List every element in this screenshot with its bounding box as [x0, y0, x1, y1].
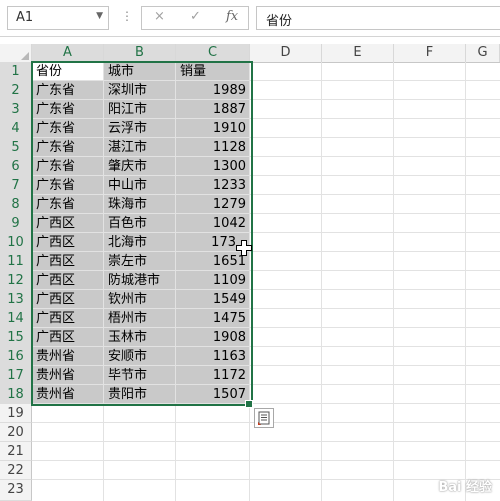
row-header[interactable]: 5	[0, 138, 32, 157]
row-header[interactable]: 18	[0, 385, 32, 404]
formula-content: 省份	[266, 14, 293, 29]
row-header[interactable]: 16	[0, 347, 32, 366]
formula-input[interactable]: 省份	[256, 6, 500, 30]
enter-icon[interactable]: ✓	[190, 9, 201, 24]
more-options-icon[interactable]: ⋮	[121, 9, 133, 23]
row-header[interactable]: 22	[0, 461, 32, 480]
row-header[interactable]: 9	[0, 214, 32, 233]
grid-line	[393, 62, 394, 501]
grid-line	[32, 441, 500, 442]
fill-handle[interactable]	[245, 400, 253, 408]
cancel-icon[interactable]: ×	[154, 9, 165, 24]
column-header-b[interactable]: B	[104, 44, 176, 62]
row-header[interactable]: 17	[0, 366, 32, 385]
row-header[interactable]: 13	[0, 290, 32, 309]
row-header[interactable]: 12	[0, 271, 32, 290]
row-header[interactable]: 15	[0, 328, 32, 347]
grid-line	[321, 62, 322, 501]
name-box[interactable]: A1 ▼	[7, 6, 109, 30]
column-header-d[interactable]: D	[250, 44, 322, 62]
row-header[interactable]: 14	[0, 309, 32, 328]
select-all-button[interactable]	[0, 44, 32, 62]
row-header[interactable]: 19	[0, 404, 32, 423]
column-header-a[interactable]: A	[32, 44, 104, 62]
row-header[interactable]: 3	[0, 100, 32, 119]
grid-line	[32, 460, 500, 461]
toolbar-gap	[0, 37, 500, 44]
grid-line	[465, 62, 466, 501]
row-header[interactable]: 6	[0, 157, 32, 176]
watermark: Bai 经验	[438, 480, 492, 495]
row-header[interactable]: 20	[0, 423, 32, 442]
quick-analysis-icon	[258, 411, 270, 425]
row-header[interactable]: 21	[0, 442, 32, 461]
row-header[interactable]: 1	[0, 62, 32, 81]
column-header-g[interactable]: G	[466, 44, 500, 62]
formula-buttons: × ✓ fx	[141, 6, 249, 30]
row-header[interactable]: 7	[0, 176, 32, 195]
grid-line	[32, 479, 500, 480]
row-header[interactable]: 8	[0, 195, 32, 214]
row-header[interactable]: 4	[0, 119, 32, 138]
formula-bar: A1 ▼ ⋮ × ✓ fx 省份	[0, 0, 500, 37]
name-box-value: A1	[16, 10, 34, 25]
row-header[interactable]: 11	[0, 252, 32, 271]
insert-function-icon[interactable]: fx	[226, 9, 238, 24]
quick-analysis-button[interactable]	[254, 408, 274, 428]
select-all-icon	[21, 52, 29, 60]
column-header-c[interactable]: C	[176, 44, 250, 62]
cursor-cross-icon	[236, 240, 252, 256]
chevron-down-icon[interactable]: ▼	[96, 11, 103, 21]
row-header[interactable]: 23	[0, 480, 32, 501]
column-header-e[interactable]: E	[322, 44, 394, 62]
row-header[interactable]: 10	[0, 233, 32, 252]
row-header[interactable]: 2	[0, 81, 32, 100]
selection-border	[31, 61, 253, 406]
column-header-f[interactable]: F	[394, 44, 466, 62]
